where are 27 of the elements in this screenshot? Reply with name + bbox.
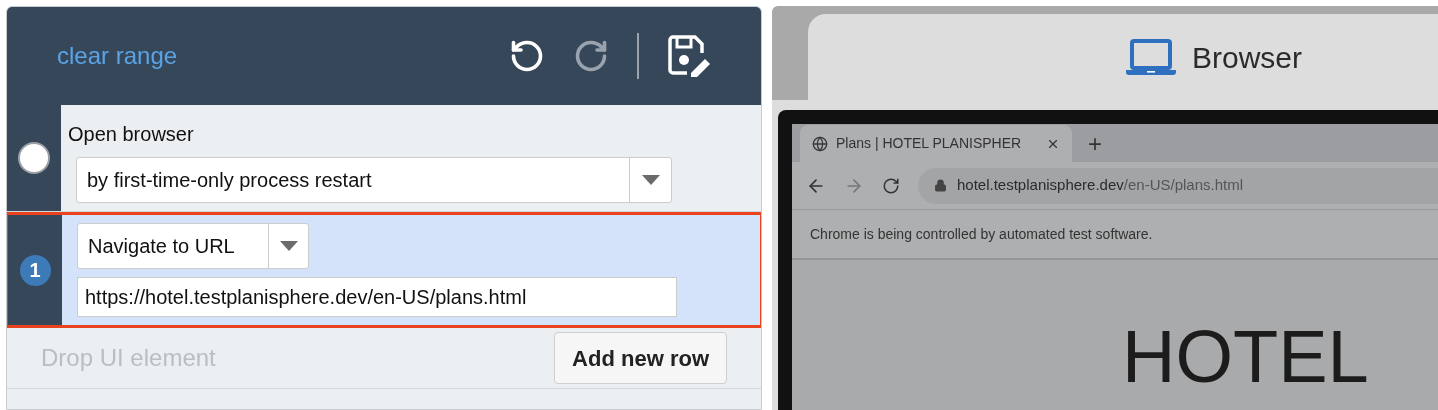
step-title: Open browser (68, 122, 195, 147)
step-number: 1 (19, 254, 51, 286)
tab-title: Plans | HOTEL PLANISPHER (836, 134, 1023, 153)
add-row-button[interactable]: Add new row (554, 332, 727, 384)
url-text: hotel.testplanisphere.dev/en-US/plans.html (957, 175, 1243, 196)
clear-range-link[interactable]: clear range (57, 38, 178, 74)
laptop-icon (1126, 39, 1176, 75)
url-field[interactable]: https://hotel.testplanisphere.dev/en-US/plans.html (77, 277, 677, 317)
reload-icon[interactable] (882, 176, 900, 195)
dropdown[interactable]: by first-time-only process restart (76, 157, 672, 203)
caret-icon (279, 241, 298, 251)
lock-icon (934, 179, 947, 192)
step-row[interactable]: Open browser by first-time-only process restart (7, 105, 761, 212)
globe-icon (812, 135, 828, 152)
dropdown[interactable]: Navigate to URL (77, 223, 309, 269)
page-heading: HOTEL (1122, 315, 1369, 398)
infobar-text: Chrome is being controlled by automated test software. (810, 224, 1153, 244)
save-edit-icon[interactable] (667, 35, 711, 77)
chrome-tab[interactable]: Plans | HOTEL PLANISPHER (800, 125, 1072, 162)
browser-tab[interactable]: Browser (808, 14, 1438, 100)
step-row[interactable]: 1 Navigate to URL https://hotel.testplanisphere.dev/en-US/plans.html (7, 212, 761, 328)
new-tab-button[interactable]: + (1072, 125, 1118, 162)
undo-icon[interactable] (509, 38, 545, 74)
panel-title: Browser (1192, 39, 1303, 76)
caret-icon (641, 175, 660, 185)
redo-icon[interactable] (573, 38, 609, 74)
url-bar[interactable]: hotel.testplanisphere.dev/en-US/plans.html (918, 167, 1438, 204)
